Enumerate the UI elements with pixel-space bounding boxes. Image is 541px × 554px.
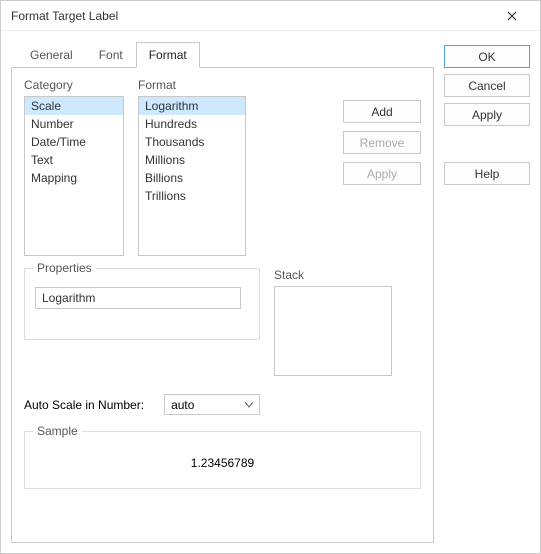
autoscale-select[interactable]: auto [164, 394, 260, 415]
list-item[interactable]: Mapping [25, 169, 123, 187]
tab-panel-format: Category Scale Number Date/Time Text Map… [11, 67, 434, 543]
list-item[interactable]: Trillions [139, 187, 245, 205]
mid-row: Properties Logarithm Stack [24, 268, 421, 376]
stack-label: Stack [274, 268, 392, 282]
list-item[interactable]: Logarithm [139, 97, 245, 115]
side-buttons: OK Cancel Apply Help [444, 41, 530, 543]
autoscale-value: auto [171, 398, 194, 412]
list-item[interactable]: Millions [139, 151, 245, 169]
format-actions: Add Remove Apply [343, 78, 421, 256]
stack-list[interactable] [274, 286, 392, 376]
category-label: Category [24, 78, 124, 92]
tab-strip: General Font Format [17, 42, 434, 68]
left-pane: General Font Format Category Scale Numbe… [11, 41, 434, 543]
tab-general[interactable]: General [17, 42, 86, 68]
list-item[interactable]: Thousands [139, 133, 245, 151]
cancel-button[interactable]: Cancel [444, 74, 530, 97]
stack-column: Stack [274, 268, 392, 376]
list-item[interactable]: Scale [25, 97, 123, 115]
close-icon [507, 11, 517, 21]
properties-fieldset: Properties Logarithm [24, 268, 260, 340]
autoscale-row: Auto Scale in Number: auto [24, 394, 421, 415]
add-button[interactable]: Add [343, 100, 421, 123]
list-item[interactable]: Billions [139, 169, 245, 187]
list-item[interactable]: Number [25, 115, 123, 133]
chevron-down-icon [245, 402, 253, 408]
format-column: Format Logarithm Hundreds Thousands Mill… [138, 78, 246, 256]
properties-legend: Properties [33, 261, 96, 275]
apply-format-button[interactable]: Apply [343, 162, 421, 185]
list-item[interactable]: Date/Time [25, 133, 123, 151]
tab-format[interactable]: Format [136, 42, 200, 68]
upper-row: Category Scale Number Date/Time Text Map… [24, 78, 421, 256]
sample-value: 1.23456789 [191, 456, 254, 470]
autoscale-label: Auto Scale in Number: [24, 398, 144, 412]
list-item[interactable]: Hundreds [139, 115, 245, 133]
properties-value: Logarithm [42, 291, 95, 305]
dialog-body: General Font Format Category Scale Numbe… [1, 31, 540, 553]
category-list[interactable]: Scale Number Date/Time Text Mapping [24, 96, 124, 256]
list-item[interactable]: Text [25, 151, 123, 169]
spacer [444, 132, 530, 156]
window-title: Format Target Label [11, 9, 492, 23]
format-list[interactable]: Logarithm Hundreds Thousands Millions Bi… [138, 96, 246, 256]
titlebar: Format Target Label [1, 1, 540, 31]
apply-button[interactable]: Apply [444, 103, 530, 126]
sample-legend: Sample [33, 424, 82, 438]
dialog-window: Format Target Label General Font Format … [0, 0, 541, 554]
tab-font[interactable]: Font [86, 42, 136, 68]
remove-button[interactable]: Remove [343, 131, 421, 154]
format-label: Format [138, 78, 246, 92]
category-column: Category Scale Number Date/Time Text Map… [24, 78, 124, 256]
sample-fieldset: Sample 1.23456789 [24, 431, 421, 489]
close-button[interactable] [492, 2, 532, 30]
ok-button[interactable]: OK [444, 45, 530, 68]
properties-input[interactable]: Logarithm [35, 287, 241, 309]
help-button[interactable]: Help [444, 162, 530, 185]
